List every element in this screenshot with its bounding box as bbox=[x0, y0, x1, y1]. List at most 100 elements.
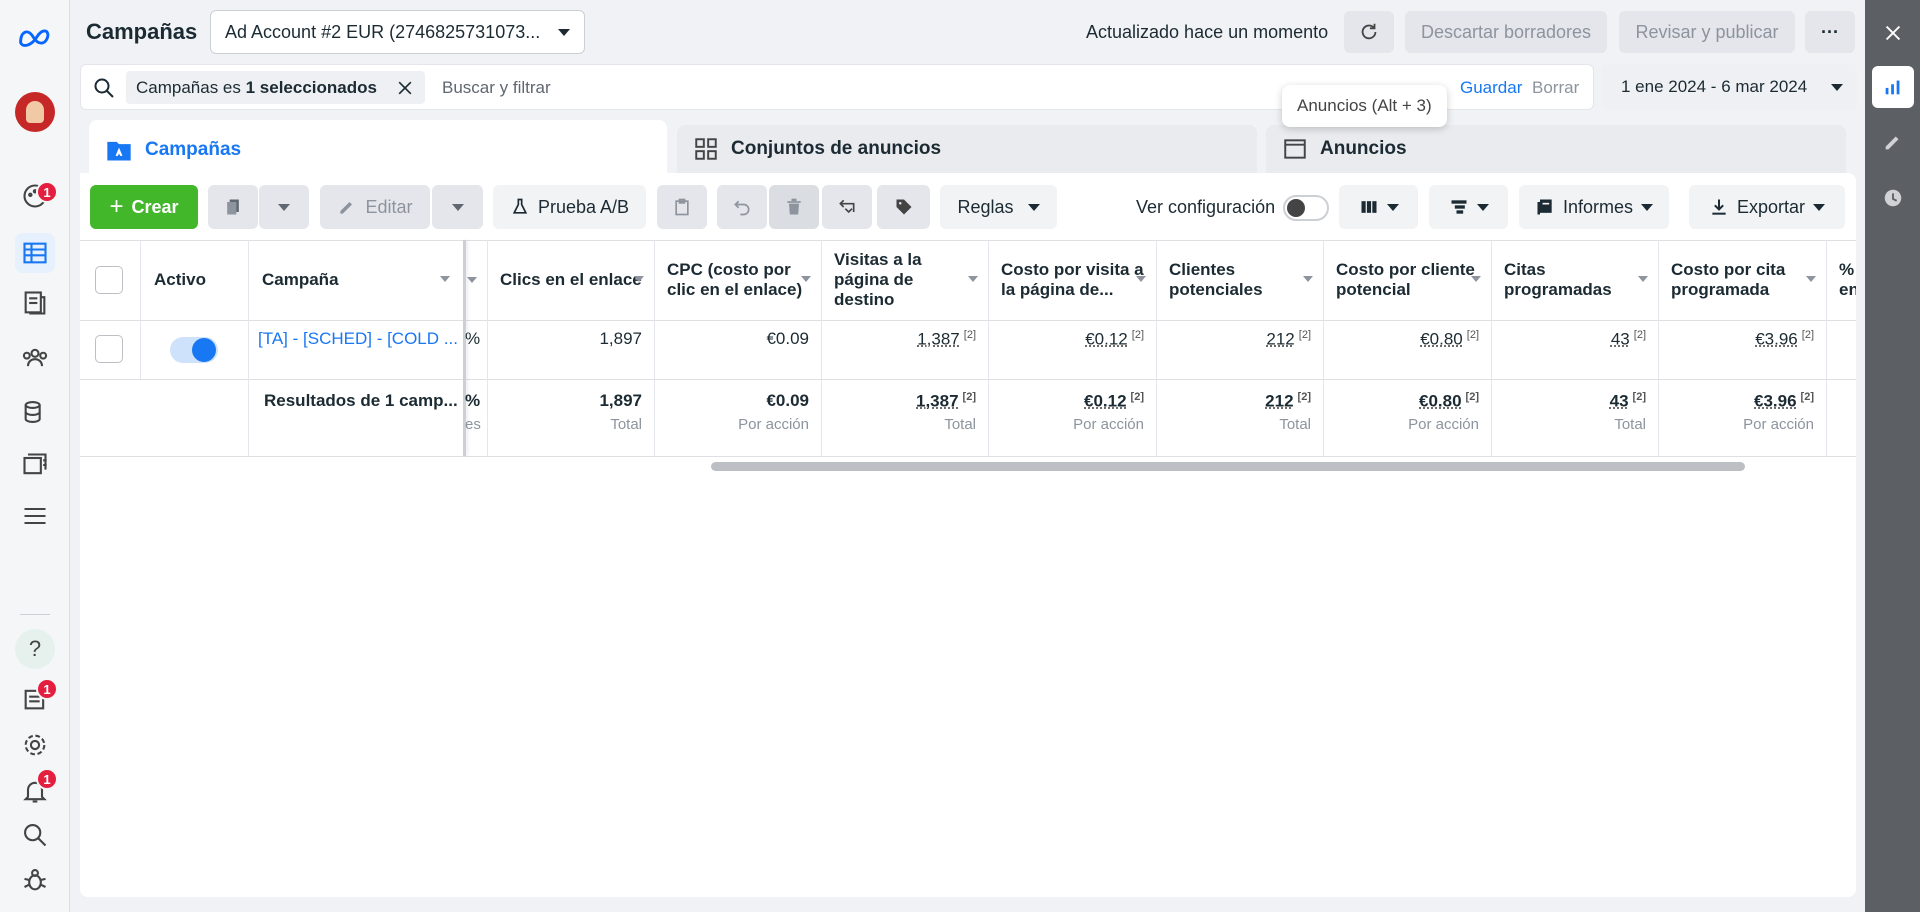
view-config-toggle[interactable] bbox=[1283, 195, 1329, 221]
summary-label: Resultados de 1 camp... bbox=[264, 391, 458, 410]
delete-button[interactable] bbox=[769, 185, 819, 229]
duplicate-dropdown-button[interactable] bbox=[259, 185, 309, 229]
ad-window-icon bbox=[1284, 139, 1306, 159]
review-publish-button[interactable]: Revisar y publicar bbox=[1619, 11, 1795, 53]
cell-value[interactable]: 43 bbox=[1611, 330, 1630, 349]
pages-icon[interactable] bbox=[15, 283, 55, 323]
summary-cell: €0.12 [2] bbox=[989, 391, 1156, 412]
row-checkbox[interactable] bbox=[95, 335, 123, 363]
compare-button[interactable] bbox=[822, 185, 872, 229]
refresh-button[interactable] bbox=[1344, 11, 1394, 53]
sort-arrow-icon bbox=[1136, 276, 1146, 282]
column-header-cost-per-appointment[interactable]: Costo por cita programada bbox=[1659, 240, 1826, 320]
edit-pencil-icon[interactable] bbox=[1872, 121, 1914, 163]
menu-icon[interactable] bbox=[15, 496, 55, 536]
select-all-checkbox[interactable] bbox=[95, 266, 123, 294]
date-range-picker[interactable]: 1 ene 2024 - 6 mar 2024 bbox=[1601, 64, 1857, 110]
summary-sublabel: Total bbox=[944, 416, 976, 433]
cell-value[interactable]: €0.80 bbox=[1420, 330, 1463, 349]
ad-account-selector[interactable]: Ad Account #2 EUR (2746825731073... bbox=[210, 10, 585, 54]
column-header-link-clicks[interactable]: Clics en el enlace bbox=[488, 240, 654, 320]
column-header-landing-visits[interactable]: Visitas a la página de destino bbox=[822, 240, 988, 320]
cell-value[interactable]: €0.12 bbox=[1084, 392, 1127, 411]
footnote: [2] bbox=[962, 391, 976, 403]
clear-filter-link[interactable]: Borrar bbox=[1532, 78, 1579, 98]
filter-chip[interactable]: Campañas es 1 seleccionados bbox=[126, 71, 425, 104]
ads-manager-table-icon[interactable] bbox=[15, 233, 55, 273]
avatar[interactable] bbox=[15, 92, 55, 132]
export-button[interactable]: Exportar bbox=[1689, 185, 1845, 229]
campaign-active-toggle[interactable] bbox=[170, 337, 218, 363]
chevron-down-icon bbox=[1386, 203, 1399, 211]
sort-arrow-icon bbox=[1638, 276, 1648, 282]
sort-arrow-icon[interactable] bbox=[467, 277, 477, 283]
discard-drafts-button[interactable]: Descartar borradores bbox=[1405, 11, 1607, 53]
edit-dropdown-button[interactable] bbox=[432, 185, 483, 229]
chevron-down-icon bbox=[278, 203, 290, 211]
column-header-pct[interactable]: % en bbox=[1827, 240, 1856, 320]
more-options-button[interactable]: ··· bbox=[1805, 11, 1855, 53]
audiences-icon[interactable] bbox=[15, 338, 55, 378]
table-cell: 1,897 bbox=[599, 329, 642, 348]
edit-button[interactable]: Editar bbox=[320, 185, 430, 229]
ad-account-label: Ad Account #2 EUR (2746825731073... bbox=[225, 21, 541, 42]
close-icon[interactable] bbox=[1872, 12, 1914, 54]
cell-value[interactable]: 1,387 bbox=[916, 392, 959, 411]
column-header-cpc[interactable]: CPC (costo por clic en el enlace) bbox=[655, 240, 821, 320]
tooltip: Anuncios (Alt + 3) bbox=[1282, 85, 1447, 127]
cell-value[interactable]: 212 bbox=[1266, 330, 1294, 349]
settings-gear-icon[interactable] bbox=[15, 725, 55, 765]
tag-button[interactable] bbox=[877, 185, 930, 229]
breakdown-button[interactable] bbox=[1429, 185, 1508, 229]
cell-value[interactable]: €3.96 bbox=[1754, 392, 1797, 411]
duplicate-button[interactable] bbox=[208, 185, 258, 229]
column-header-cost-per-lead[interactable]: Costo por cliente potencial bbox=[1324, 240, 1491, 320]
refresh-icon bbox=[1361, 23, 1377, 40]
bug-report-icon[interactable] bbox=[15, 860, 55, 900]
column-header-active[interactable]: Activo bbox=[142, 240, 246, 320]
column-header-leads[interactable]: Clientes potenciales bbox=[1157, 240, 1323, 320]
column-header-appointments[interactable]: Citas programadas bbox=[1492, 240, 1658, 320]
summary-cell: 212 [2] bbox=[1157, 391, 1323, 412]
footnote: [2] bbox=[1633, 329, 1646, 341]
summary-sublabel: Total bbox=[610, 416, 642, 433]
horizontal-scrollbar[interactable] bbox=[711, 462, 1745, 471]
column-divider bbox=[140, 240, 141, 379]
column-header-label: Costo por cita programada bbox=[1671, 260, 1786, 299]
campaign-name-link[interactable]: [TA] - [SCHED] - [COLD ... bbox=[258, 329, 462, 349]
billing-icon[interactable] bbox=[15, 392, 55, 432]
update-status: Actualizado hace un momento bbox=[1086, 22, 1329, 42]
media-library-icon[interactable] bbox=[15, 445, 55, 485]
cell-value[interactable]: €0.80 bbox=[1419, 392, 1462, 411]
sort-arrow-icon bbox=[440, 276, 450, 282]
rules-button[interactable]: Reglas bbox=[940, 185, 1057, 229]
history-clock-icon[interactable] bbox=[1872, 177, 1914, 219]
footnote: [2] bbox=[1130, 391, 1144, 403]
cell-value[interactable]: €0.12 bbox=[1085, 330, 1128, 349]
chevron-down-icon bbox=[1641, 203, 1654, 211]
clipboard-button[interactable] bbox=[657, 185, 707, 229]
create-button[interactable]: + Crear bbox=[90, 185, 198, 229]
help-icon[interactable]: ? bbox=[15, 629, 55, 669]
close-icon[interactable] bbox=[395, 78, 415, 98]
columns-button[interactable] bbox=[1339, 185, 1418, 229]
save-filter-link[interactable]: Guardar bbox=[1460, 78, 1522, 98]
charts-icon[interactable] bbox=[1872, 66, 1914, 108]
meta-logo-icon[interactable] bbox=[15, 17, 55, 57]
tab-ads[interactable]: Anuncios bbox=[1266, 125, 1846, 173]
search-icon[interactable] bbox=[15, 815, 55, 855]
trash-icon bbox=[787, 198, 801, 215]
cell-value[interactable]: 43 bbox=[1610, 392, 1629, 411]
undo-button[interactable] bbox=[717, 185, 767, 229]
tab-campaigns[interactable]: Campañas bbox=[89, 120, 667, 180]
cell-value[interactable]: 212 bbox=[1265, 392, 1293, 411]
search-input[interactable]: Buscar y filtrar bbox=[442, 78, 551, 98]
cell-value[interactable]: 1,387 bbox=[917, 330, 960, 349]
reports-button[interactable]: Informes bbox=[1519, 185, 1669, 229]
column-header-campaign[interactable]: Campaña bbox=[250, 240, 460, 320]
tab-ad-sets[interactable]: Conjuntos de anuncios bbox=[677, 125, 1257, 173]
flask-icon bbox=[512, 198, 528, 214]
cell-value[interactable]: €3.96 bbox=[1755, 330, 1798, 349]
column-header-cost-per-visit[interactable]: Costo por visita a la página de... bbox=[989, 240, 1156, 320]
ab-test-button[interactable]: Prueba A/B bbox=[493, 185, 646, 229]
